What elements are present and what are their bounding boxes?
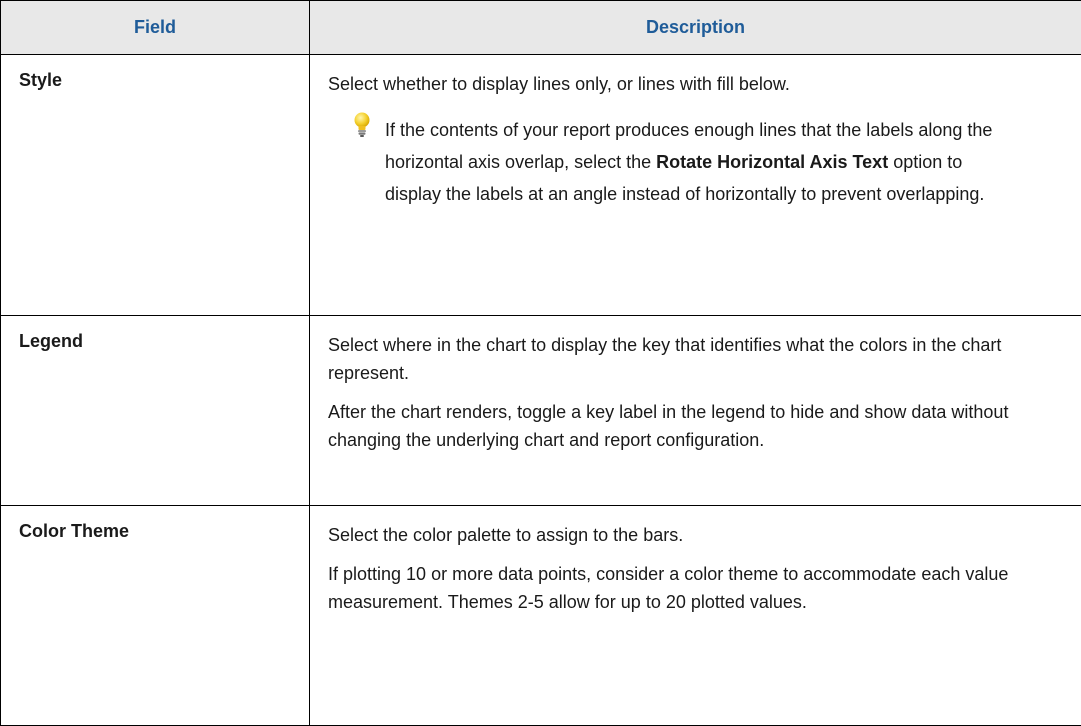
field-name: Legend	[1, 316, 310, 506]
table-header-row: Field Description	[1, 1, 1081, 55]
tip-option-name: Rotate Horizontal Axis Text	[656, 152, 888, 172]
description-paragraph: Select the color palette to assign to th…	[328, 521, 1063, 549]
description-paragraph: Select whether to display lines only, or…	[328, 70, 1063, 98]
column-header-field: Field	[1, 1, 310, 55]
column-header-description: Description	[310, 1, 1081, 55]
description-paragraph: If plotting 10 or more data points, cons…	[328, 560, 1063, 616]
field-name: Color Theme	[1, 506, 310, 726]
table-row: Legend Select where in the chart to disp…	[1, 316, 1081, 506]
field-description: Select the color palette to assign to th…	[310, 506, 1081, 726]
field-name: Style	[1, 55, 310, 316]
description-paragraph: Select where in the chart to display the…	[328, 331, 1063, 387]
description-paragraph: After the chart renders, toggle a key la…	[328, 398, 1063, 454]
tip-note: If the contents of your report produces …	[328, 114, 1063, 210]
table-row: Color Theme Select the color palette to …	[1, 506, 1081, 726]
field-description: Select where in the chart to display the…	[310, 316, 1081, 506]
field-description: Select whether to display lines only, or…	[310, 55, 1081, 316]
field-description-table: Field Description Style Select whether t…	[0, 0, 1081, 726]
table-row: Style Select whether to display lines on…	[1, 55, 1081, 316]
lightbulb-icon	[353, 112, 371, 138]
